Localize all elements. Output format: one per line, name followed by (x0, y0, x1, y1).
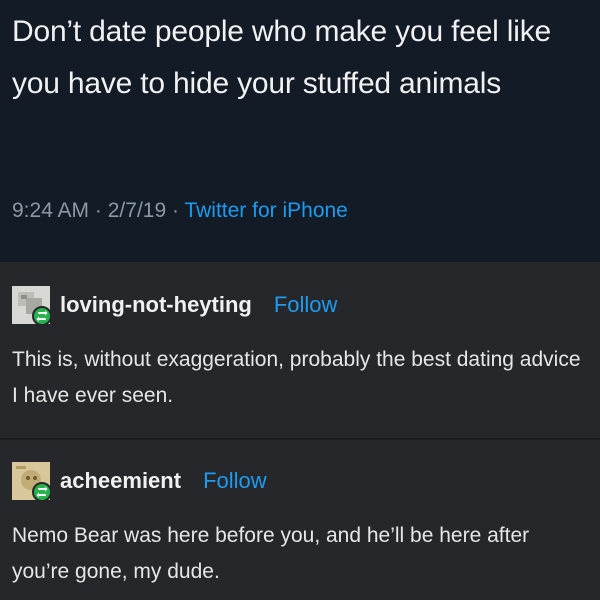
username[interactable]: loving-not-heyting (60, 292, 252, 318)
meta-separator: · (171, 199, 179, 222)
avatar[interactable] (12, 286, 52, 326)
follow-button[interactable]: Follow (203, 468, 267, 494)
tweet-source-link[interactable]: Twitter for iPhone (184, 199, 347, 222)
reblog-icon (36, 486, 48, 498)
meta-separator: · (94, 199, 102, 222)
avatar[interactable] (12, 462, 52, 502)
reblog-post: acheemient Follow Nemo Bear was here bef… (0, 440, 600, 600)
username[interactable]: acheemient (60, 468, 181, 494)
tweet-meta: 9:24 AM · 2/7/19 · Twitter for iPhone (12, 199, 348, 223)
reblog-badge (32, 482, 52, 502)
reblog-post: loving-not-heyting Follow This is, witho… (0, 262, 600, 438)
follow-button[interactable]: Follow (274, 292, 338, 318)
post-header: loving-not-heyting Follow (12, 286, 338, 326)
reblog-badge (32, 306, 52, 326)
tweet-time[interactable]: 9:24 AM (12, 199, 89, 222)
tweet-card: Don’t date people who make you feel like… (0, 0, 600, 262)
reblog-icon (36, 310, 48, 322)
post-header: acheemient Follow (12, 462, 267, 502)
post-body: Nemo Bear was here before you, and he’ll… (12, 524, 530, 583)
tweet-date[interactable]: 2/7/19 (108, 199, 166, 222)
tweet-text: Don’t date people who make you feel like… (12, 15, 552, 100)
post-body: This is, without exaggeration, probably … (12, 348, 581, 407)
